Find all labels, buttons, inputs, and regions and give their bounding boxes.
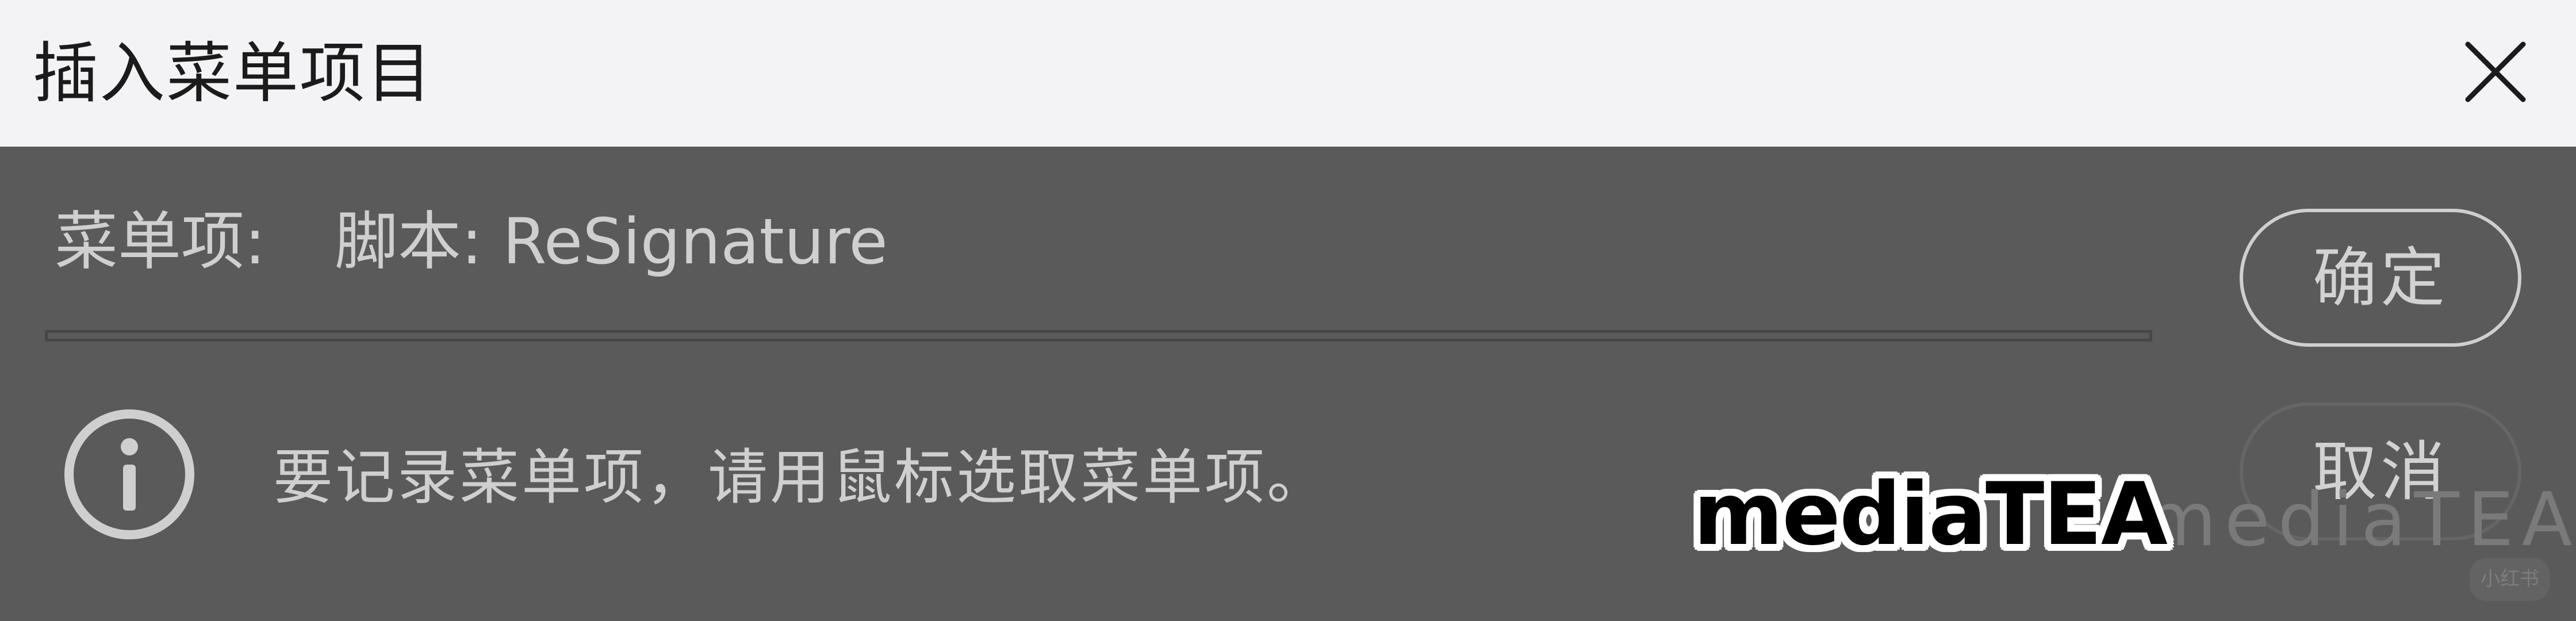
insert-menu-item-dialog: 插入菜单项目 菜单项: 脚本: ReSignature 确定 取消 要记录菜单项，… [0, 0, 2576, 621]
close-icon [2465, 41, 2526, 102]
menu-item-value: 脚本: ReSignature [335, 205, 888, 278]
title-bar: 插入菜单项目 [0, 0, 2576, 147]
menu-item-row: 菜单项: 脚本: ReSignature [55, 195, 888, 288]
ok-button[interactable]: 确定 [2240, 209, 2521, 347]
dialog-title: 插入菜单项目 [33, 35, 434, 112]
watermark-ghost: mediaTEA [2145, 477, 2576, 563]
info-icon [60, 405, 198, 543]
close-button[interactable] [2455, 32, 2536, 112]
corner-watermark: 小红书 [2470, 558, 2550, 601]
menu-item-label: 菜单项: [55, 205, 266, 278]
menu-item-divider [45, 330, 2152, 342]
hint-text: 要记录菜单项，请用鼠标选取菜单项。 [273, 442, 1329, 512]
watermark-main: mediaTEA [1693, 465, 2168, 565]
